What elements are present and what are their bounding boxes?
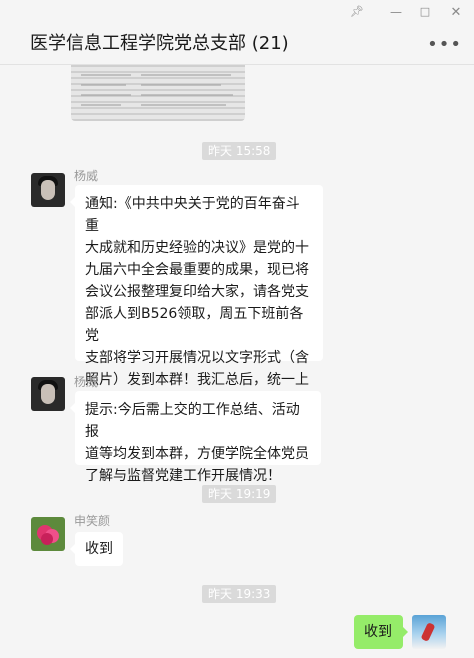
minimize-icon[interactable]: — [388,5,404,19]
message-line: 会议公报整理复印给大家，请各党支 [85,284,309,300]
pin-icon[interactable]: 📌︎ [349,5,365,18]
man-portrait-avatar[interactable] [31,173,65,207]
image-message[interactable] [71,65,245,121]
title-bar: 📌︎ — □ ✕ 医学信息工程学院党总支部 (21) ••• [0,0,474,65]
message-line: 收到 [85,541,113,557]
message-bubble[interactable]: 通知:《中共中央关于党的百年奋斗重 大成就和历史经验的决议》是党的十 九届六中全… [70,185,323,410]
timestamp: 昨天 15:58 [202,142,277,160]
man-portrait-avatar[interactable] [31,377,65,411]
timestamp: 昨天 19:19 [202,485,277,503]
chat-title: 医学信息工程学院党总支部 (21) [30,33,289,54]
message-line: 大成就和历史经验的决议》是党的十 [85,240,309,256]
maximize-icon[interactable]: □ [417,5,433,18]
sender-name: 杨威 [74,375,99,389]
my-message-bubble[interactable]: 收到 [354,615,408,649]
message-bubble[interactable]: 收到 [70,532,123,566]
sky-avatar[interactable] [412,615,446,649]
message-line: 照片）发到本群！我汇总后，统一上 [85,372,309,388]
document-photo-icon [81,74,233,106]
message-line: 道等均发到本群，方便学院全体党员 [85,446,309,462]
timestamp: 昨天 19:33 [202,585,277,603]
message-line: 九届六中全会最重要的成果，现已将 [85,262,309,278]
message-line: 了解与监督党建工作开展情况！ [85,468,281,484]
message-line: 收到 [364,624,392,640]
more-options-icon[interactable]: ••• [427,34,462,55]
message-line: 支部将学习开展情况以文字形式（含 [85,350,309,366]
close-icon[interactable]: ✕ [448,5,464,20]
flower-avatar[interactable] [31,517,65,551]
message-line: 通知:《中共中央关于党的百年奋斗重 [85,196,300,234]
message-line: 部派人到B526领取，周五下班前各党 [85,306,304,344]
sender-name: 申笑颜 [74,514,111,528]
sender-name: 杨威 [74,169,99,183]
message-list[interactable]: 昨天 15:58 杨威 通知:《中共中央关于党的百年奋斗重 大成就和历史经验的决… [0,65,474,658]
message-line: 提示:今后需上交的工作总结、活动报 [85,402,300,440]
message-bubble[interactable]: 提示:今后需上交的工作总结、活动报 道等均发到本群，方便学院全体党员 了解与监督… [70,391,321,484]
